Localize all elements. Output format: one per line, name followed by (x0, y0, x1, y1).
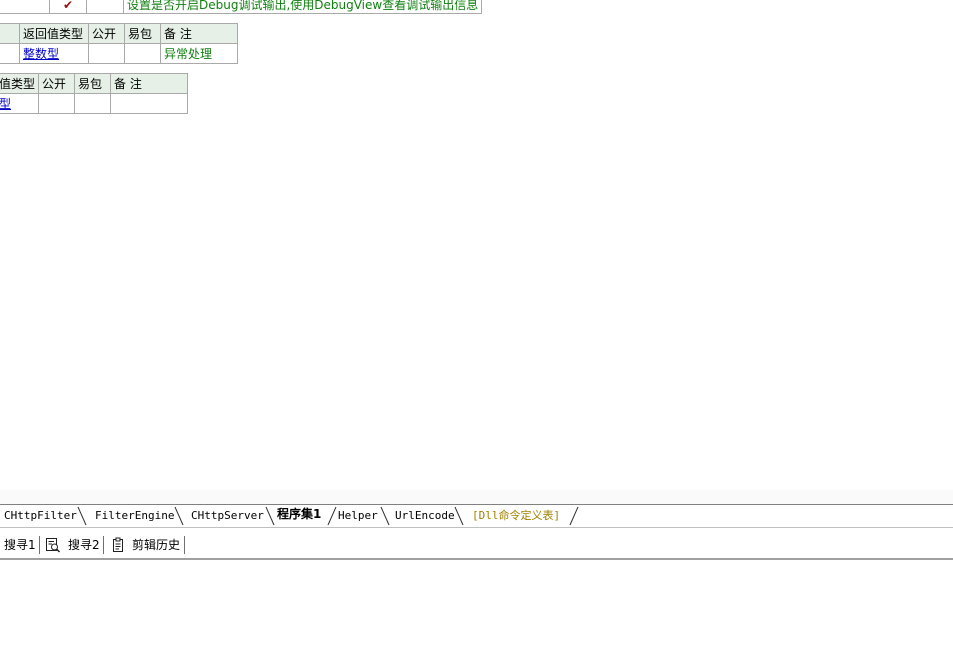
public-cell[interactable] (38, 93, 76, 114)
tab-urlencode[interactable]: UrlEncode (395, 509, 455, 522)
splitter-strip[interactable] (0, 490, 953, 505)
note-cell[interactable]: 异常处理 (160, 43, 238, 64)
table-cell[interactable] (86, 0, 124, 14)
tab-assembly1[interactable]: 程序集1 (277, 508, 321, 521)
search2-tab[interactable]: 搜寻2 (68, 538, 100, 552)
table-row[interactable]: 型 (0, 93, 189, 114)
tab-filterengine[interactable]: FilterEngine (95, 509, 174, 522)
search-icon (46, 538, 61, 553)
table-cell[interactable]: ✔ (49, 0, 87, 14)
table-cell[interactable] (0, 0, 50, 14)
tab-dll-commands[interactable]: [Dll命令定义表] (472, 509, 560, 522)
value-type-cell[interactable]: 型 (0, 93, 40, 114)
clip-history-tab[interactable]: 剪辑历史 (132, 538, 180, 552)
easy-package-cell[interactable] (74, 93, 112, 114)
toolbar-divider (184, 536, 185, 554)
tab-chttpfilter[interactable]: CHttpFilter (4, 509, 77, 522)
header-note: 备 注 (110, 73, 189, 94)
module-tab-bar: CHttpFilter FilterEngine CHttpServer 程序集… (0, 504, 953, 528)
header-easy-package: 易包 (124, 23, 161, 44)
header-easy-package: 易包 (74, 73, 112, 94)
table-header-row: 值类型 公开 易包 备 注 (0, 73, 189, 94)
search1-tab[interactable]: 搜寻1 (4, 538, 36, 552)
variable-table-partial: ✔ 设置是否开启Debug调试输出,使用DebugView查看调试输出信息 (0, 0, 483, 14)
toolbar-divider (103, 536, 104, 554)
return-type-cell[interactable]: 整数型 (19, 43, 89, 64)
output-toolbar: 搜寻1 搜寻2 剪辑历史 (0, 532, 953, 560)
tab-helper[interactable]: Helper (338, 509, 378, 522)
note-cell[interactable]: 设置是否开启Debug调试输出,使用DebugView查看调试输出信息 (122, 0, 483, 14)
table-cell[interactable] (0, 43, 20, 64)
table-header-row: 返回值类型 公开 易包 备 注 (0, 23, 238, 44)
header-note: 备 注 (160, 23, 238, 44)
header-value-type: 值类型 (0, 73, 40, 94)
header-public: 公开 (38, 73, 76, 94)
easy-package-cell[interactable] (124, 43, 161, 64)
clipboard-icon (113, 537, 123, 552)
note-cell[interactable] (110, 93, 189, 114)
return-type-table: 返回值类型 公开 易包 备 注 整数型 异常处理 (0, 23, 238, 64)
table-row[interactable]: ✔ 设置是否开启Debug调试输出,使用DebugView查看调试输出信息 (0, 0, 483, 14)
table-row[interactable]: 整数型 异常处理 (0, 43, 238, 64)
public-cell[interactable] (88, 43, 125, 64)
header-return-type: 返回值类型 (19, 23, 89, 44)
checkmark-icon: ✔ (62, 0, 74, 12)
toolbar-divider (39, 536, 40, 554)
value-type-table: 值类型 公开 易包 备 注 型 (0, 73, 189, 114)
header-public: 公开 (88, 23, 125, 44)
table-header-cell (0, 23, 20, 44)
tab-chttpserver[interactable]: CHttpServer (191, 509, 264, 522)
